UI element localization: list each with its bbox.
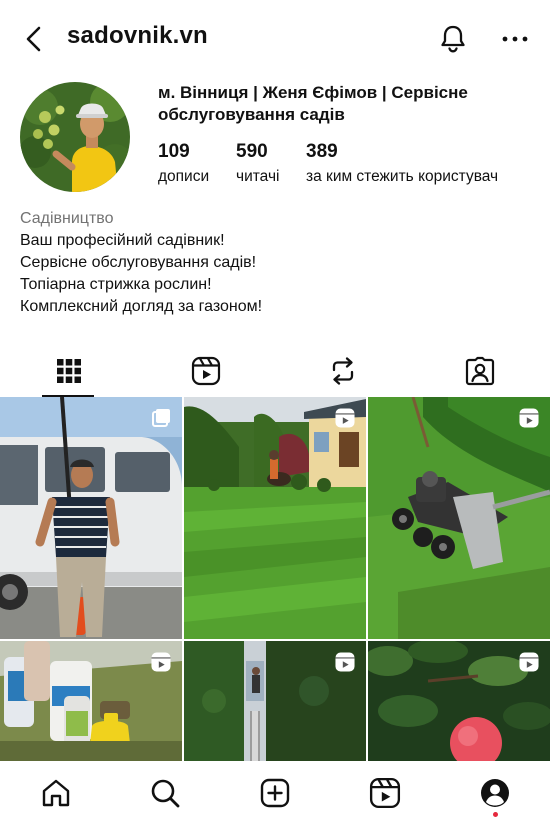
bio-line: Сервісне обслуговування садів! bbox=[20, 254, 257, 271]
bottom-navigation bbox=[0, 761, 550, 825]
stat-following-label: за ким стежить користувач bbox=[306, 168, 499, 185]
avatar-photo bbox=[20, 82, 130, 192]
notification-dot bbox=[493, 812, 498, 817]
stat-followers-label: читачі bbox=[236, 168, 280, 185]
reels-icon bbox=[191, 356, 220, 386]
stat-posts-count: 109 bbox=[158, 141, 190, 162]
tab-reposts[interactable] bbox=[274, 346, 411, 396]
carousel-icon bbox=[152, 409, 170, 427]
notifications-button[interactable] bbox=[436, 22, 470, 56]
reels-icon bbox=[519, 408, 539, 428]
post-image-lawn-house bbox=[184, 397, 366, 639]
post-tile[interactable] bbox=[368, 397, 550, 639]
bio-category: Садівництво bbox=[20, 210, 114, 227]
nav-profile[interactable] bbox=[475, 773, 515, 813]
more-options-button[interactable] bbox=[500, 24, 530, 54]
post-tile[interactable] bbox=[0, 397, 182, 639]
home-icon bbox=[42, 779, 70, 807]
profile-tabs bbox=[0, 346, 550, 397]
nav-create[interactable] bbox=[255, 773, 295, 813]
posts-grid bbox=[0, 397, 550, 761]
stat-followers[interactable]: 590 читачі bbox=[236, 140, 279, 187]
post-tile[interactable] bbox=[368, 641, 550, 761]
nav-reels[interactable] bbox=[365, 773, 405, 813]
profile-bio: Садівництво Ваш професійний садівник! Се… bbox=[20, 208, 262, 318]
post-tile[interactable] bbox=[184, 397, 366, 639]
post-image-man-van bbox=[0, 397, 182, 639]
tagged-user-icon bbox=[465, 356, 494, 386]
stat-posts[interactable]: 109 дописи bbox=[158, 140, 209, 187]
tab-posts[interactable] bbox=[0, 346, 137, 396]
bio-line: Топіарна стрижка рослин! bbox=[20, 276, 212, 293]
reels-icon bbox=[335, 408, 355, 428]
tab-reels[interactable] bbox=[137, 346, 274, 396]
profile-full-name: м. Вінниця | Женя Єфімов | Сервісне обсл… bbox=[158, 83, 468, 124]
grid-icon bbox=[56, 359, 81, 383]
reels-icon bbox=[335, 652, 355, 672]
profile-header: sadovnik.vn bbox=[0, 0, 550, 76]
reels-icon bbox=[369, 777, 401, 809]
stat-posts-label: дописи bbox=[158, 168, 210, 185]
post-tile[interactable] bbox=[0, 641, 182, 761]
search-icon bbox=[151, 779, 180, 808]
profile-avatar[interactable] bbox=[20, 82, 130, 192]
profile-icon bbox=[481, 779, 509, 807]
add-square-icon bbox=[260, 778, 290, 808]
bio-line: Комплексний догляд за газоном! bbox=[20, 298, 263, 315]
nav-search[interactable] bbox=[145, 773, 185, 813]
post-image-lawn-aerator bbox=[368, 397, 550, 639]
bio-line: Ваш професійний садівник! bbox=[20, 232, 225, 249]
stat-following-count: 389 bbox=[306, 141, 338, 162]
nav-home[interactable] bbox=[36, 773, 76, 813]
post-tile[interactable] bbox=[184, 641, 366, 761]
profile-username: sadovnik.vn bbox=[67, 22, 208, 49]
tab-tagged[interactable] bbox=[411, 346, 548, 396]
stat-followers-count: 590 bbox=[236, 141, 268, 162]
bell-icon bbox=[441, 25, 465, 53]
repost-icon bbox=[332, 357, 353, 385]
reels-icon bbox=[519, 652, 539, 672]
more-horizontal-icon bbox=[502, 36, 528, 42]
chevron-left-icon bbox=[26, 26, 41, 52]
reels-icon bbox=[151, 652, 171, 672]
back-button[interactable] bbox=[20, 24, 50, 54]
stat-following[interactable]: 389 за ким стежить користувач bbox=[306, 140, 498, 187]
